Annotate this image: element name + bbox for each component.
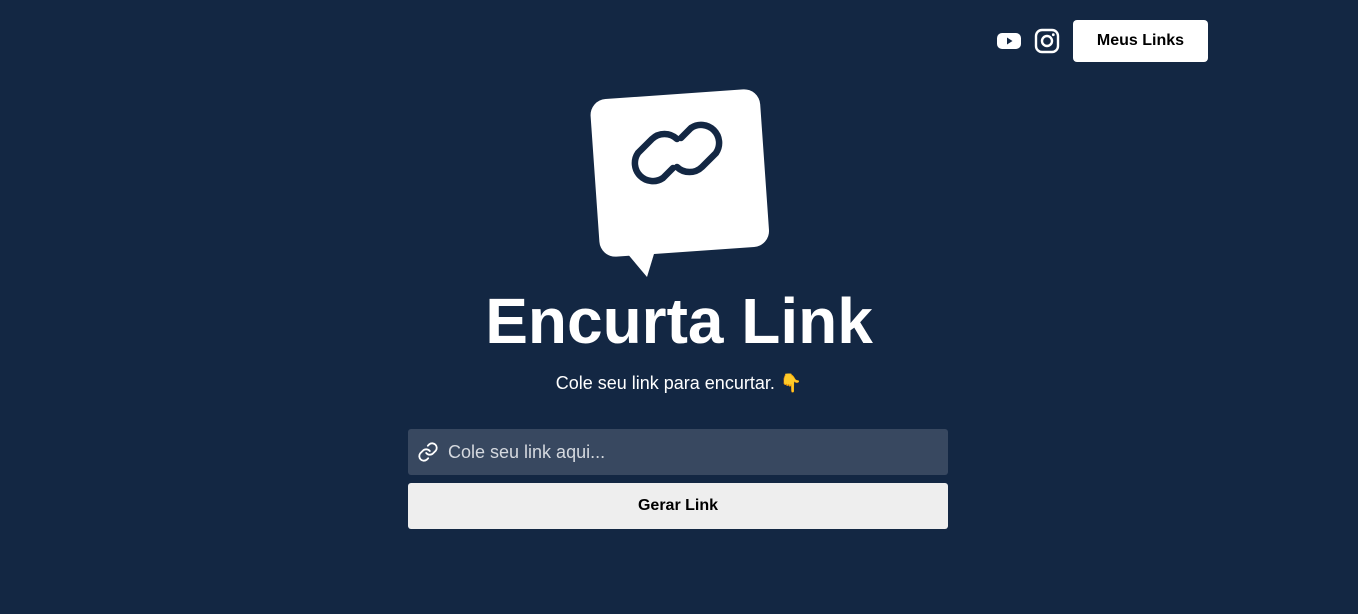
- youtube-icon: [997, 33, 1021, 49]
- link-input-field[interactable]: [408, 429, 948, 475]
- logo-chain-bubble-icon: [590, 89, 770, 277]
- link-icon: [418, 442, 438, 462]
- page-title: Encurta Link: [485, 285, 873, 357]
- youtube-link[interactable]: [996, 28, 1022, 54]
- my-links-button[interactable]: Meus Links: [1073, 20, 1208, 62]
- link-input[interactable]: [446, 440, 948, 464]
- instagram-icon: [1034, 28, 1060, 54]
- subtitle: Cole seu link para encurtar. 👇: [555, 373, 803, 393]
- instagram-link[interactable]: [1034, 28, 1060, 54]
- generate-link-button[interactable]: Gerar Link: [408, 483, 948, 529]
